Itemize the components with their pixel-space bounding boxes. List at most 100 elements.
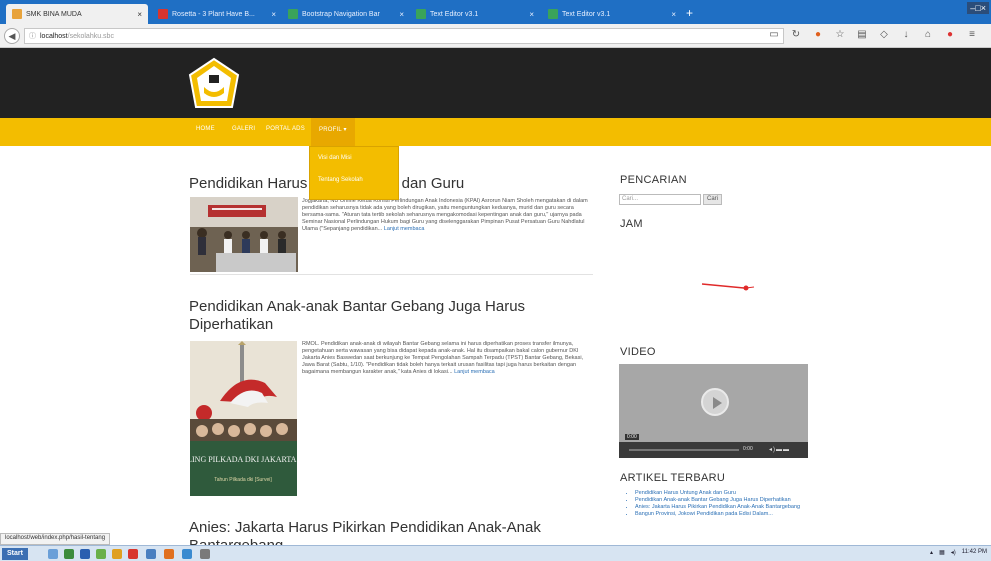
tab-close-icon[interactable]: × <box>395 10 404 19</box>
app-icon[interactable] <box>96 549 106 559</box>
extension-icon[interactable]: ● <box>812 29 824 40</box>
video-player[interactable]: 0:00 0:00 ◂)▬▬ <box>619 364 808 458</box>
tab-close-icon[interactable]: × <box>133 10 142 19</box>
app-icon[interactable] <box>146 549 156 559</box>
search-button[interactable]: Cari <box>703 194 722 205</box>
tab-smk-bina-muda[interactable]: SMK BINA MUDA × <box>6 4 148 24</box>
firefox-icon[interactable] <box>164 549 174 559</box>
favicon-icon <box>548 9 558 19</box>
post-excerpt: Jogjakarta, NU Online Ketua Komisi Perli… <box>302 198 588 250</box>
window-controls[interactable]: –□× <box>967 2 989 14</box>
browser-nav-bar: ◀ ⓘ localhost /sekolahku.sbc ▭ ↻ ● ☆ ▤ ◇… <box>0 24 991 48</box>
post-divider <box>190 274 593 275</box>
video-duration: 0:00 <box>743 446 753 452</box>
menu-portal-ads[interactable]: Portal Ads <box>266 126 305 132</box>
post-title[interactable]: Pendidikan Anak-anak Bantar Gebang Juga … <box>189 298 589 334</box>
tab-close-icon[interactable]: × <box>667 10 676 19</box>
back-button[interactable]: ◀ <box>4 28 20 44</box>
app-icon[interactable] <box>80 549 90 559</box>
menu-home[interactable]: Home <box>196 126 215 132</box>
adblock-icon[interactable]: ● <box>944 29 956 40</box>
home-icon[interactable]: ⌂ <box>922 29 934 40</box>
pocket-icon[interactable]: ◇ <box>878 29 890 40</box>
bookmarks-list-icon[interactable]: ▤ <box>856 29 868 40</box>
favicon-icon <box>158 9 168 19</box>
explorer-icon[interactable] <box>48 549 58 559</box>
post-thumbnail[interactable] <box>190 197 298 272</box>
post-excerpt: RMOL. Pendidikan anak-anak di wilayah Ba… <box>302 341 590 396</box>
recent-article-link[interactable]: Pendidikan Anak-anak Bantar Gebang Juga … <box>635 497 800 504</box>
recent-articles-list: Pendidikan Harus Untung Anak dan Guru Pe… <box>629 490 800 518</box>
clock-text[interactable]: 11:42 PM <box>962 549 987 556</box>
tab-close-icon[interactable]: × <box>525 10 534 19</box>
tab-label: Bootstrap Navigation Bar <box>302 10 380 18</box>
tab-label: Text Editor v3.1 <box>562 10 611 18</box>
url-path: /sekolahku.sbc <box>67 32 114 40</box>
menu-icon[interactable]: ≡ <box>966 29 978 40</box>
video-heading: VIDEO <box>620 346 656 358</box>
tab-bootstrap-navbar[interactable]: Bootstrap Navigation Bar × <box>282 4 410 24</box>
post-excerpt-text: Jogjakarta, NU Online Ketua Komisi Perli… <box>302 198 588 232</box>
search-input[interactable]: Cari... <box>619 194 701 205</box>
reader-icon[interactable]: ▭ <box>768 29 780 40</box>
site-header <box>0 48 991 118</box>
app-icon[interactable] <box>200 549 210 559</box>
status-bar-url: localhost/web/index.php/hasil-tentang <box>0 533 111 545</box>
recent-articles-heading: ARTIKEL TERBARU <box>620 472 726 484</box>
tab-text-editor-1[interactable]: Text Editor v3.1 × <box>410 4 540 24</box>
browser-tab-strip: SMK BINA MUDA × Rosetta - 3 Plant Have B… <box>0 0 991 24</box>
app-icon[interactable] <box>64 549 74 559</box>
video-time: 0:00 <box>625 434 639 440</box>
dropdown-item-visi-misi[interactable]: Visi dan Misi <box>310 147 398 169</box>
address-bar[interactable]: ⓘ localhost /sekolahku.sbc <box>24 28 784 44</box>
tab-label: SMK BINA MUDA <box>26 10 82 18</box>
play-icon[interactable] <box>701 388 729 416</box>
poster-caption: POLLING PILKADA DKI JAKARTA 2017 <box>190 455 297 464</box>
app-icon[interactable] <box>182 549 192 559</box>
volume-icon[interactable]: ◂) <box>951 549 956 556</box>
tab-text-editor-2[interactable]: Text Editor v3.1 × <box>542 4 682 24</box>
video-progress-track[interactable] <box>629 449 739 451</box>
app-icon[interactable] <box>128 549 138 559</box>
reload-icon[interactable]: ↻ <box>790 29 802 40</box>
search-heading: PENCARIAN <box>620 174 687 186</box>
bookmark-star-icon[interactable]: ☆ <box>834 29 846 40</box>
recent-article-link[interactable]: Pendidikan Harus Untung Anak dan Guru <box>635 490 800 497</box>
download-icon[interactable]: ↓ <box>900 29 912 40</box>
video-controls: 0:00 0:00 ◂)▬▬ <box>619 434 808 458</box>
tab-label: Rosetta - 3 Plant Have B... <box>172 10 255 18</box>
clock-hand-icon <box>701 283 755 291</box>
profil-dropdown: Visi dan Misi Tentang Sekolah <box>309 146 399 200</box>
url-host: localhost <box>40 32 68 40</box>
tab-label: Text Editor v3.1 <box>430 10 479 18</box>
favicon-icon <box>288 9 298 19</box>
system-tray: ▴ ▦ ◂) 11:42 PM <box>930 549 987 556</box>
menu-galeri[interactable]: Galeri <box>232 126 255 132</box>
post-excerpt-text: RMOL. Pendidikan anak-anak di wilayah Ba… <box>302 341 584 375</box>
info-icon[interactable]: ⓘ <box>29 31 36 41</box>
toolbar-icons: ▭ ↻ ● ☆ ▤ ◇ ↓ ⌂ ● ≡ <box>768 29 978 40</box>
recent-article-link[interactable]: Bangun Provinsi, Jokowi Pendidikan pada … <box>635 511 800 518</box>
clock-heading: JAM <box>620 218 643 230</box>
menu-profil[interactable]: Profil ▾ <box>311 118 355 146</box>
network-icon[interactable]: ▦ <box>939 549 945 556</box>
app-icon[interactable] <box>112 549 122 559</box>
favicon-icon <box>416 9 426 19</box>
favicon-icon <box>12 9 22 19</box>
os-taskbar: Start ▴ ▦ ◂) 11:42 PM <box>0 545 991 561</box>
main-menu: Home Galeri Portal Ads Profil ▾ <box>0 118 991 146</box>
volume-icon[interactable]: ◂)▬▬ <box>769 446 790 453</box>
tab-rosetta[interactable]: Rosetta - 3 Plant Have B... × <box>152 4 282 24</box>
new-tab-button[interactable]: + <box>686 6 693 20</box>
school-logo-icon[interactable] <box>186 57 242 113</box>
recent-article-link[interactable]: Anies: Jakarta Harus Pikirkan Pendidikan… <box>635 504 800 511</box>
tray-icon[interactable]: ▴ <box>930 549 933 556</box>
dropdown-item-tentang-sekolah[interactable]: Tentang Sekolah <box>310 169 398 191</box>
start-button[interactable]: Start <box>2 548 28 560</box>
poster-subtitle: Tahun Pilkada dki [Survei] <box>214 477 272 483</box>
post-thumbnail[interactable]: POLLING PILKADA DKI JAKARTA 2017 Tahun P… <box>190 341 297 496</box>
tab-close-icon[interactable]: × <box>267 10 276 19</box>
read-more-link[interactable]: Lanjut membaca <box>384 226 425 232</box>
read-more-link[interactable]: Lanjut membaca <box>454 369 495 375</box>
screen: SMK BINA MUDA × Rosetta - 3 Plant Have B… <box>0 0 991 561</box>
